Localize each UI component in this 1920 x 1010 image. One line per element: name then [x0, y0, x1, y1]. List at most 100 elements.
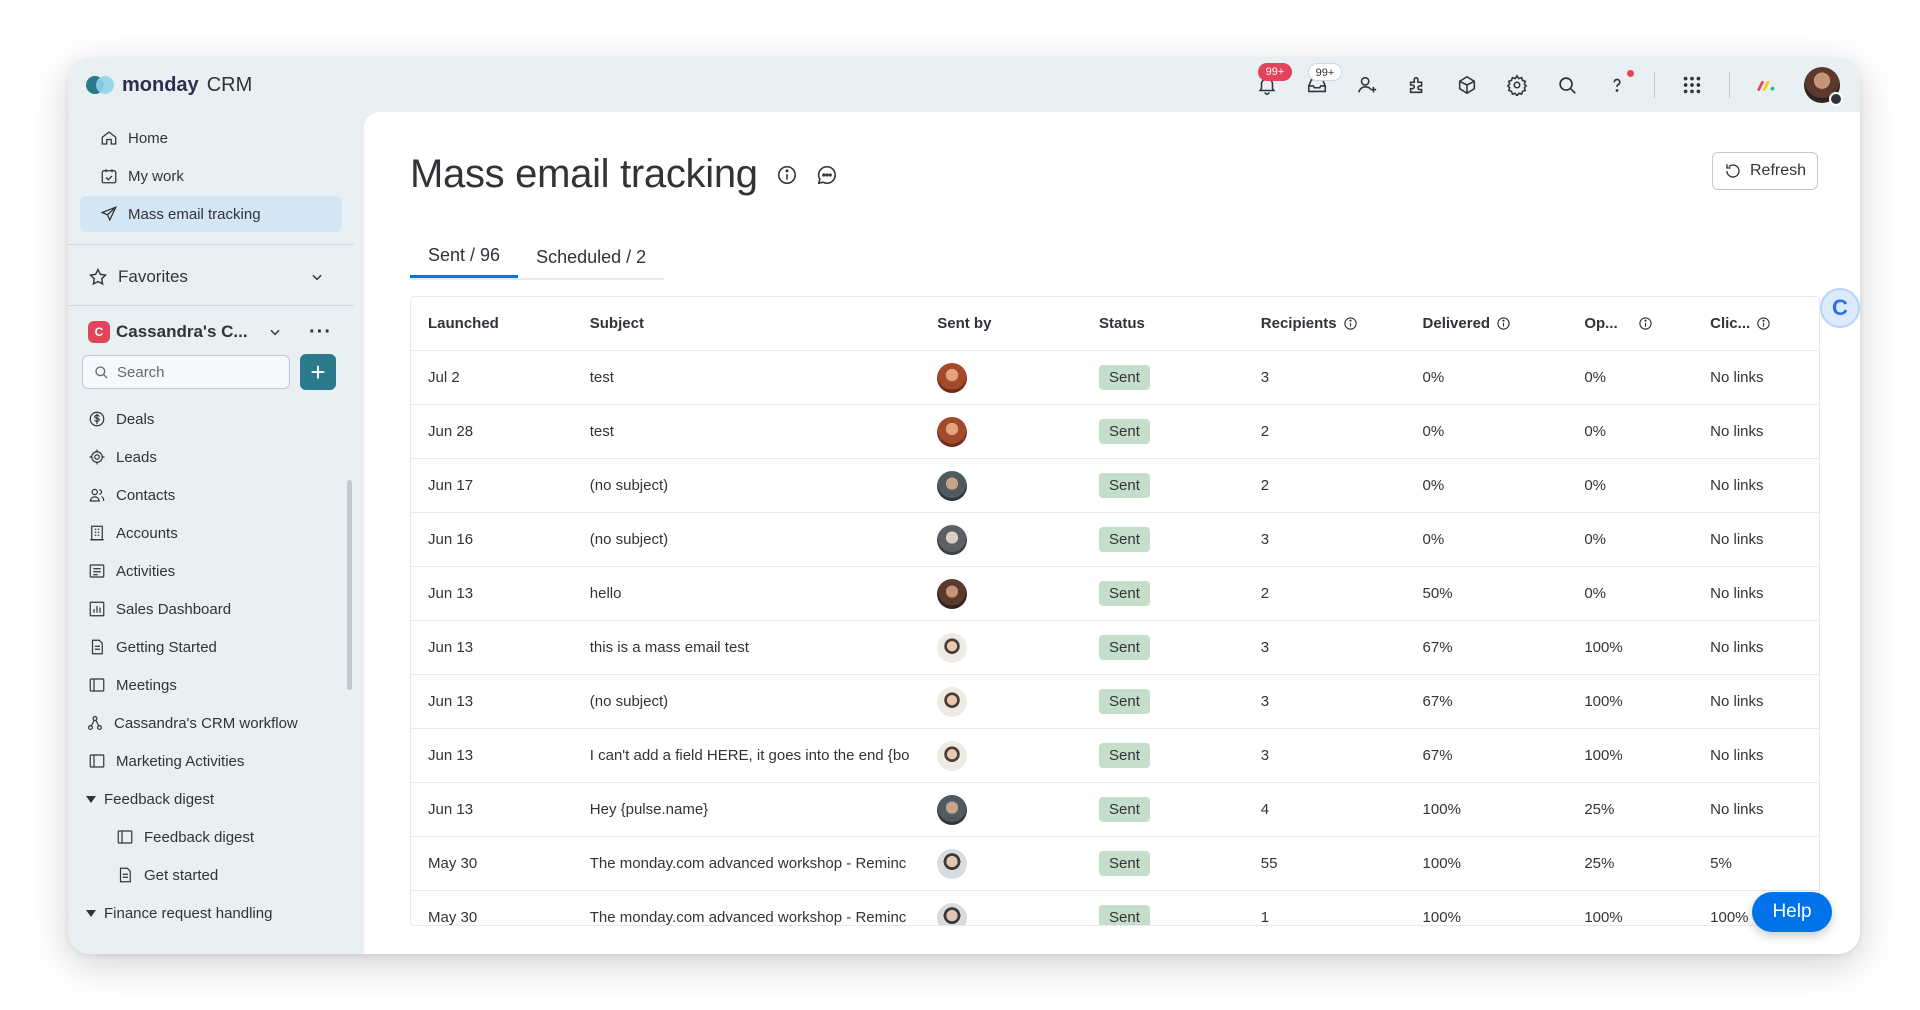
sender-avatar[interactable] — [937, 741, 967, 771]
logo-brand: monday — [122, 74, 199, 97]
table-row[interactable]: Jun 28 test Sent 2 0% 0% No links — [411, 405, 1819, 459]
info-icon[interactable] — [776, 164, 798, 186]
cell-sent-by — [920, 471, 1082, 501]
sender-avatar[interactable] — [937, 417, 967, 447]
user-avatar[interactable] — [1804, 67, 1840, 103]
table-row[interactable]: Jun 17 (no subject) Sent 2 0% 0% No link… — [411, 459, 1819, 513]
workspace-more-icon[interactable]: ··· — [309, 321, 332, 344]
cell-recipients: 3 — [1244, 747, 1406, 764]
sidebar-item-sales-dashboard[interactable]: Sales Dashboard — [68, 590, 354, 628]
table-row[interactable]: Jun 13 this is a mass email test Sent 3 … — [411, 621, 1819, 675]
table-row[interactable]: Jun 13 I can't add a field HERE, it goes… — [411, 729, 1819, 783]
add-item-button[interactable]: + — [300, 354, 336, 390]
sidebar-item-accounts[interactable]: Accounts — [68, 514, 354, 552]
tab-scheduled[interactable]: Scheduled / 2 — [518, 236, 664, 278]
sidebar-item-leads[interactable]: Leads — [68, 438, 354, 476]
notifications-button[interactable]: 99+ — [1254, 72, 1280, 98]
table-row[interactable]: May 30 The monday.com advanced workshop … — [411, 891, 1819, 926]
cell-delivered: 100% — [1406, 855, 1568, 872]
monday-products-icon[interactable] — [1754, 72, 1780, 98]
assistant-icon[interactable]: C — [1820, 288, 1860, 328]
cell-status: Sent — [1082, 365, 1244, 390]
table-header: Launched Subject Sent by Status Recipien… — [411, 297, 1819, 351]
sender-avatar[interactable] — [937, 363, 967, 393]
info-icon[interactable] — [1756, 316, 1771, 331]
email-tracking-table: Launched Subject Sent by Status Recipien… — [410, 296, 1820, 926]
table-row[interactable]: Jun 13 (no subject) Sent 3 67% 100% No l… — [411, 675, 1819, 729]
nav-label: Home — [128, 130, 168, 147]
sidebar-item-contacts[interactable]: Contacts — [68, 476, 354, 514]
feedback-chat-icon[interactable] — [816, 164, 838, 186]
sender-avatar[interactable] — [937, 795, 967, 825]
cell-clicked: No links — [1693, 369, 1819, 386]
info-icon[interactable] — [1496, 316, 1511, 331]
column-header-sent-by[interactable]: Sent by — [920, 315, 1082, 332]
sidebar-item-get-started[interactable]: Get started — [68, 856, 354, 894]
sidebar-item-marketing-activities[interactable]: Marketing Activities — [68, 742, 354, 780]
help-button[interactable] — [1604, 72, 1630, 98]
star-icon — [88, 267, 108, 287]
table-row[interactable]: Jun 13 hello Sent 2 50% 0% No links — [411, 567, 1819, 621]
table-row[interactable]: Jun 13 Hey {pulse.name} Sent 4 100% 25% … — [411, 783, 1819, 837]
info-icon[interactable] — [1638, 316, 1653, 331]
column-header-opened[interactable]: Op... — [1567, 315, 1693, 332]
sidebar-item-meetings[interactable]: Meetings — [68, 666, 354, 704]
inbox-button[interactable]: 99+ — [1304, 72, 1330, 98]
nav-mass-email-tracking[interactable]: Mass email tracking — [80, 196, 342, 232]
sender-avatar[interactable] — [937, 525, 967, 555]
workspace-selector[interactable]: C Cassandra's C... ··· — [68, 312, 354, 352]
table-row[interactable]: Jun 16 (no subject) Sent 3 0% 0% No link… — [411, 513, 1819, 567]
doc-icon — [116, 866, 134, 884]
sidebar-item-crm-workflow[interactable]: Cassandra's CRM workflow — [68, 704, 354, 742]
sender-avatar[interactable] — [937, 903, 967, 927]
column-header-status[interactable]: Status — [1082, 315, 1244, 332]
column-header-subject[interactable]: Subject — [573, 315, 920, 332]
invite-members-button[interactable] — [1354, 72, 1380, 98]
sidebar-scrollbar[interactable] — [347, 480, 352, 690]
sender-avatar[interactable] — [937, 579, 967, 609]
logo[interactable]: monday CRM — [86, 74, 252, 97]
cell-recipients: 55 — [1244, 855, 1406, 872]
apps-button[interactable] — [1454, 72, 1480, 98]
sidebar-item-feedback-digest[interactable]: Feedback digest — [68, 818, 354, 856]
nav-my-work[interactable]: My work — [80, 158, 342, 194]
sidebar-item-label: Meetings — [116, 677, 177, 694]
sidebar-item-getting-started[interactable]: Getting Started — [68, 628, 354, 666]
status-badge: Sent — [1099, 419, 1150, 444]
sidebar-search-input[interactable]: Search — [82, 355, 290, 389]
nav-home[interactable]: Home — [80, 120, 342, 156]
workspace-icon: C — [88, 321, 110, 343]
notifications-badge: 99+ — [1258, 63, 1292, 81]
settings-button[interactable] — [1504, 72, 1530, 98]
info-icon[interactable] — [1343, 316, 1358, 331]
sidebar-group-feedback-digest[interactable]: Feedback digest — [68, 780, 354, 818]
search-button[interactable] — [1554, 72, 1580, 98]
tab-sent[interactable]: Sent / 96 — [410, 236, 518, 278]
sender-avatar[interactable] — [937, 633, 967, 663]
cell-opened: 0% — [1567, 423, 1693, 440]
column-header-launched[interactable]: Launched — [411, 315, 573, 332]
column-label: Subject — [590, 315, 644, 332]
sender-avatar[interactable] — [937, 849, 967, 879]
help-button[interactable]: Help — [1752, 892, 1832, 932]
table-row[interactable]: Jul 2 test Sent 3 0% 0% No links — [411, 351, 1819, 405]
sidebar-item-activities[interactable]: Activities — [68, 552, 354, 590]
table-row[interactable]: May 30 The monday.com advanced workshop … — [411, 837, 1819, 891]
column-header-delivered[interactable]: Delivered — [1406, 315, 1568, 332]
cell-status: Sent — [1082, 797, 1244, 822]
cell-status: Sent — [1082, 527, 1244, 552]
topbar-actions: 99+ 99+ — [1254, 58, 1840, 112]
sidebar-group-finance-request-handling[interactable]: Finance request handling — [68, 894, 354, 932]
cell-recipients: 3 — [1244, 531, 1406, 548]
favorites-toggle[interactable]: Favorites — [68, 257, 354, 297]
column-header-clicked[interactable]: Clic... — [1693, 315, 1819, 332]
product-switcher-button[interactable] — [1679, 72, 1705, 98]
sender-avatar[interactable] — [937, 471, 967, 501]
integrations-button[interactable] — [1404, 72, 1430, 98]
sidebar-item-deals[interactable]: Deals — [68, 400, 354, 438]
refresh-button[interactable]: Refresh — [1712, 152, 1818, 190]
sender-avatar[interactable] — [937, 687, 967, 717]
column-header-recipients[interactable]: Recipients — [1244, 315, 1406, 332]
avatar-status-icon — [1829, 92, 1843, 106]
cell-clicked: No links — [1693, 639, 1819, 656]
